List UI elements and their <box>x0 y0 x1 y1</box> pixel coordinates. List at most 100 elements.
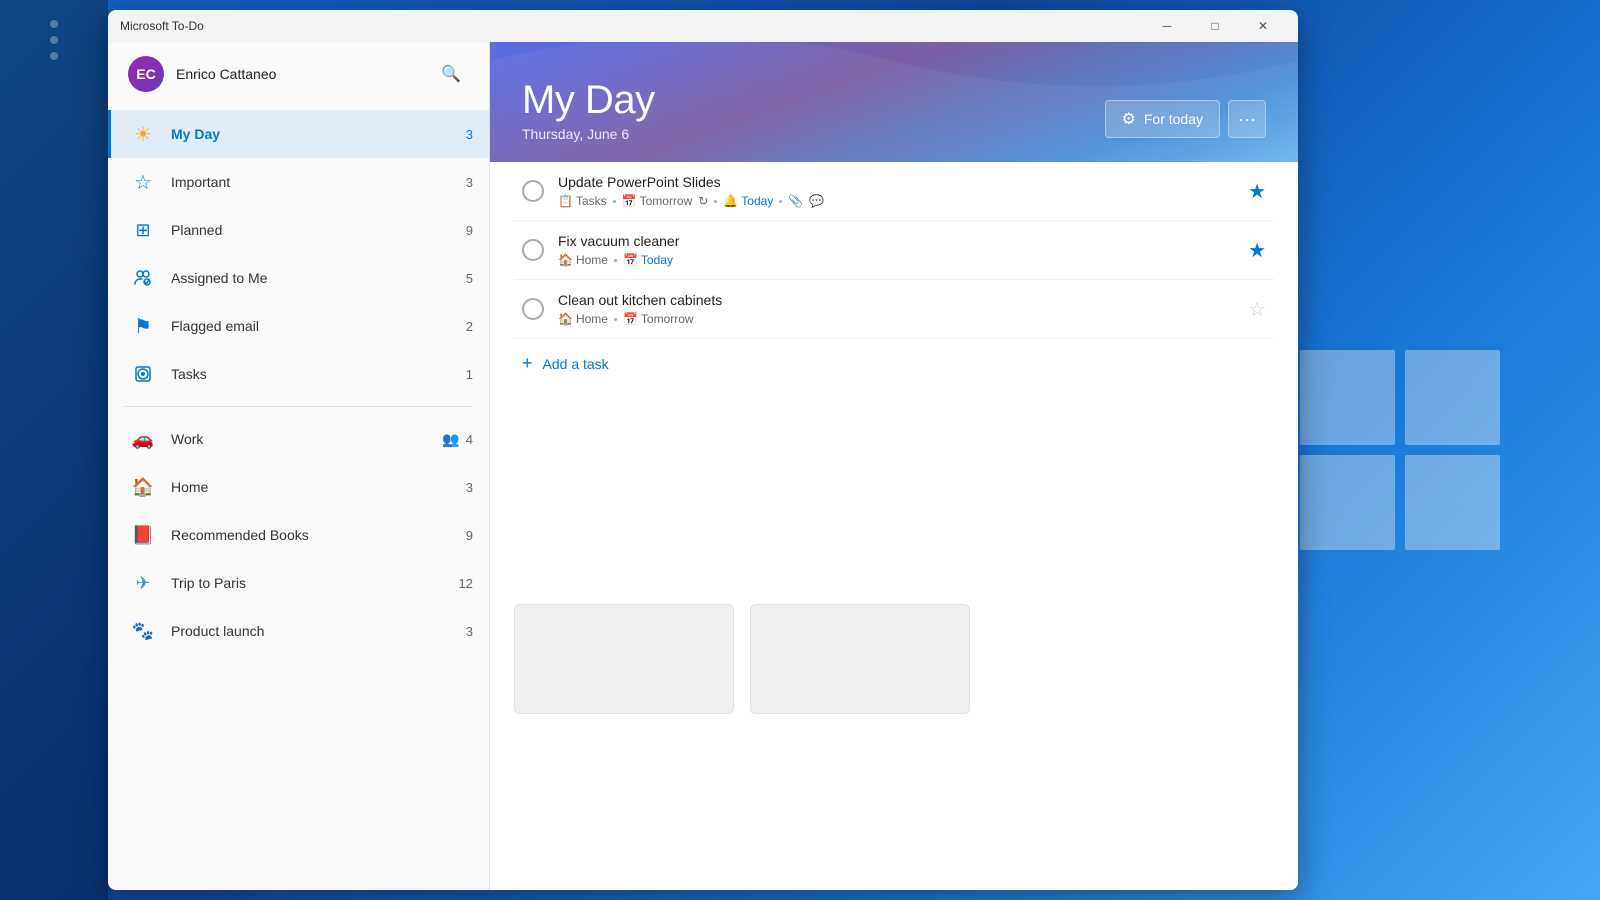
sidebar-item-label-tasks: Tasks <box>171 366 466 382</box>
table-row[interactable]: Clean out kitchen cabinets 🏠 Home 📅 Tomo… <box>514 280 1274 339</box>
add-task-button[interactable]: + Add a task <box>514 339 1274 388</box>
sidebar-item-work[interactable]: 🚗 Work 👥 4 <box>108 415 489 463</box>
sidebar-item-count-important: 3 <box>466 175 473 190</box>
task-note-icon-1: 💬 <box>809 194 824 208</box>
maximize-button[interactable]: □ <box>1192 10 1238 42</box>
meta-dot-3 <box>779 200 782 203</box>
sidebar-item-label-home: Home <box>171 479 466 495</box>
task-star-1[interactable]: ★ <box>1248 179 1266 204</box>
main-content: My Day Thursday, June 6 ⚙ For today ··· <box>490 42 1298 890</box>
for-today-icon: ⚙ <box>1122 109 1136 129</box>
task-list-icon-2: 🏠 <box>558 253 573 267</box>
meta-dot-5 <box>614 318 617 321</box>
sidebar-item-count-planned: 9 <box>466 223 473 238</box>
sidebar-item-tasks[interactable]: Tasks 1 <box>108 350 489 398</box>
task-star-3[interactable]: ☆ <box>1248 297 1266 322</box>
strip-dot-1 <box>50 20 58 28</box>
task-star-2[interactable]: ★ <box>1248 238 1266 263</box>
sidebar-item-count-home: 3 <box>466 480 473 495</box>
minimize-button[interactable]: ─ <box>1144 10 1190 42</box>
flagged-icon: ⚑ <box>127 310 159 342</box>
more-options-button[interactable]: ··· <box>1228 100 1266 138</box>
suggestion-card-2[interactable] <box>750 604 970 714</box>
sidebar-item-count-tasks: 1 <box>466 367 473 382</box>
recommended-books-icon: 📕 <box>127 519 159 551</box>
sidebar-item-count-work: 4 <box>466 432 473 447</box>
left-strip <box>0 0 108 900</box>
app-body: EC Enrico Cattaneo 🔍 ☀ My Day 3 ☆ <box>108 42 1298 890</box>
planned-icon: ⊞ <box>127 214 159 246</box>
add-task-label: Add a task <box>543 356 609 372</box>
my-day-icon: ☀ <box>127 118 159 150</box>
task-meta-list-2: 🏠 Home <box>558 253 608 267</box>
sidebar-item-label-assigned: Assigned to Me <box>171 270 466 286</box>
task-meta-3: 🏠 Home 📅 Tomorrow <box>558 312 1234 326</box>
suggestion-card-1[interactable] <box>514 604 734 714</box>
for-today-button[interactable]: ⚙ For today <box>1105 100 1220 138</box>
header-actions: ⚙ For today ··· <box>1105 100 1266 142</box>
sidebar-item-recommended-books[interactable]: 📕 Recommended Books 9 <box>108 511 489 559</box>
main-header: My Day Thursday, June 6 ⚙ For today ··· <box>490 42 1298 162</box>
close-button[interactable]: ✕ <box>1240 10 1286 42</box>
sidebar-item-trip-to-paris[interactable]: ✈ Trip to Paris 12 <box>108 559 489 607</box>
task-repeat-icon-1: ↻ <box>698 194 708 208</box>
win-logo-q1 <box>1300 350 1395 445</box>
task-info-2: Fix vacuum cleaner 🏠 Home 📅 Today <box>558 233 1234 267</box>
product-launch-icon: 🐾 <box>127 615 159 647</box>
table-row[interactable]: Fix vacuum cleaner 🏠 Home 📅 Today <box>514 221 1274 280</box>
sidebar-item-count-my-day: 3 <box>466 127 473 142</box>
task-checkbox-3[interactable] <box>522 298 544 320</box>
search-button[interactable]: 🔍 <box>433 56 469 92</box>
sidebar-item-label-flagged: Flagged email <box>171 318 466 334</box>
task-reminder-icon-1: 🔔 <box>723 194 738 208</box>
sidebar-item-count-trip-to-paris: 12 <box>459 576 473 591</box>
task-list: Update PowerPoint Slides 📋 Tasks 📅 Tomor… <box>490 162 1298 890</box>
task-list-icon-1: 📋 <box>558 194 573 208</box>
search-icon: 🔍 <box>441 64 461 84</box>
window-controls: ─ □ ✕ <box>1144 10 1286 42</box>
sidebar-item-product-launch[interactable]: 🐾 Product launch 3 <box>108 607 489 655</box>
sidebar-item-count-product-launch: 3 <box>466 624 473 639</box>
task-clip-icon-1: 📎 <box>788 194 803 208</box>
sidebar-item-count-flagged: 2 <box>466 319 473 334</box>
important-icon: ☆ <box>127 166 159 198</box>
home-list-icon: 🏠 <box>127 471 159 503</box>
add-task-icon: + <box>522 353 533 374</box>
sidebar-header: EC Enrico Cattaneo 🔍 <box>108 42 489 106</box>
sidebar-item-planned[interactable]: ⊞ Planned 9 <box>108 206 489 254</box>
table-row[interactable]: Update PowerPoint Slides 📋 Tasks 📅 Tomor… <box>514 162 1274 221</box>
task-meta-list-3: 🏠 Home <box>558 312 608 326</box>
avatar[interactable]: EC <box>128 56 164 92</box>
sidebar-item-label-important: Important <box>171 174 466 190</box>
assigned-icon <box>127 262 159 294</box>
tasks-icon <box>127 358 159 390</box>
sidebar-item-my-day[interactable]: ☀ My Day 3 <box>108 110 489 158</box>
task-meta-2: 🏠 Home 📅 Today <box>558 253 1234 267</box>
app-window: Microsoft To-Do ─ □ ✕ EC Enrico Cattaneo… <box>108 10 1298 890</box>
app-title: Microsoft To-Do <box>120 19 204 33</box>
sidebar-item-label-work: Work <box>171 431 442 447</box>
sidebar-item-flagged[interactable]: ⚑ Flagged email 2 <box>108 302 489 350</box>
strip-dot-2 <box>50 36 58 44</box>
meta-dot-4 <box>614 259 617 262</box>
trip-to-paris-icon: ✈ <box>127 567 159 599</box>
add-task-area: + Add a task <box>514 339 1274 388</box>
sidebar-item-home[interactable]: 🏠 Home 3 <box>108 463 489 511</box>
for-today-label: For today <box>1144 111 1203 127</box>
task-checkbox-1[interactable] <box>522 180 544 202</box>
task-meta-due-3: 📅 Tomorrow <box>623 312 694 326</box>
sidebar-item-label-product-launch: Product launch <box>171 623 466 639</box>
user-name: Enrico Cattaneo <box>176 66 276 82</box>
page-subtitle: Thursday, June 6 <box>522 126 655 142</box>
header-title-section: My Day Thursday, June 6 <box>522 78 655 142</box>
task-meta-reminder-1: 🔔 Today <box>723 194 773 208</box>
task-checkbox-2[interactable] <box>522 239 544 261</box>
task-meta-repeat-1: ↻ <box>698 194 708 208</box>
sidebar-nav: ☀ My Day 3 ☆ Important 3 ⊞ Planned 9 <box>108 106 489 890</box>
task-meta-clip-1: 📎 <box>788 194 803 208</box>
nav-divider <box>124 406 473 407</box>
win-logo-q4 <box>1405 455 1500 550</box>
sidebar-item-assigned[interactable]: Assigned to Me 5 <box>108 254 489 302</box>
sidebar-item-label-my-day: My Day <box>171 126 466 142</box>
sidebar-item-important[interactable]: ☆ Important 3 <box>108 158 489 206</box>
